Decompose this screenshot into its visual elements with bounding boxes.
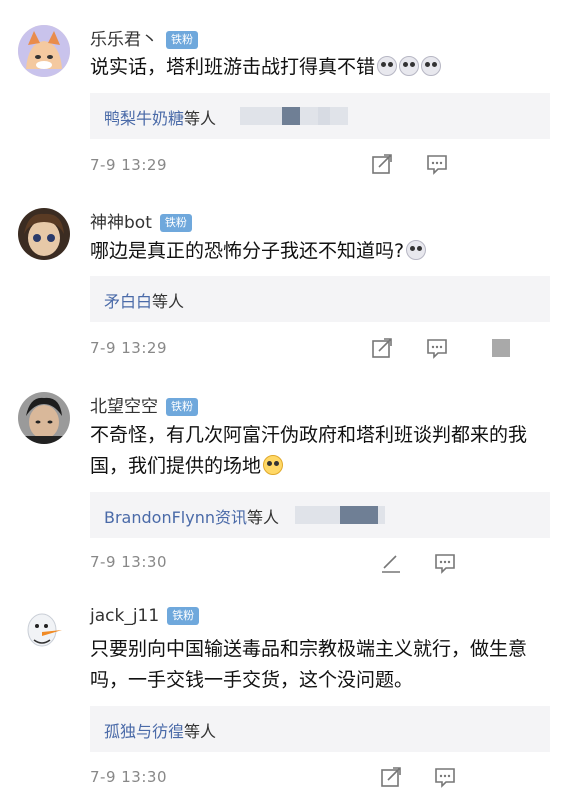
grimace-emoji: [421, 56, 442, 76]
share-icon[interactable]: [380, 552, 402, 574]
comment-time: 7-9 13:29: [90, 339, 167, 357]
avatar[interactable]: [18, 392, 70, 444]
reply-icon[interactable]: [426, 153, 448, 175]
reply-suffix: 等人: [152, 292, 185, 311]
redacted-block: [318, 107, 348, 125]
username-text[interactable]: 北望空空: [90, 397, 158, 417]
redacted-block: [340, 506, 378, 524]
comment-text-content: 哪边是真正的恐怖分子我还不知道吗?: [90, 240, 405, 262]
comment-time: 7-9 13:30: [90, 768, 167, 786]
avatar[interactable]: [18, 606, 70, 658]
comment-text: 只要别向中国输送毒品和宗教极端主义就行，做生意吗，一手交钱一手交货，这个没问题。: [90, 634, 540, 696]
comment-text: 说实话，塔利班游击战打得真不错: [90, 52, 540, 83]
fan-badge: 铁粉: [166, 31, 198, 49]
reply-preview[interactable]: 孤独与彷徨等人: [90, 706, 550, 752]
grimace-emoji: [406, 240, 427, 260]
comment-text: 不奇怪，有几次阿富汗伪政府和塔利班谈判都来的我国，我们提供的场地: [90, 420, 530, 482]
username-text[interactable]: jack_j11: [90, 606, 159, 626]
grin-emoji: [263, 455, 284, 475]
reply-suffix: 等人: [184, 109, 217, 128]
reply-icon[interactable]: [434, 766, 456, 788]
share-icon[interactable]: [380, 766, 402, 788]
comment-text-content: 不奇怪，有几次阿富汗伪政府和塔利班谈判都来的我国，我们提供的场地: [90, 424, 528, 477]
username-text[interactable]: 乐乐君丶: [90, 30, 158, 50]
reply-usernames[interactable]: 鸭梨牛奶糖: [104, 109, 184, 128]
comment-time: 7-9 13:29: [90, 156, 167, 174]
fan-badge: 铁粉: [159, 214, 192, 232]
username[interactable]: 乐乐君丶 铁粉: [90, 25, 198, 50]
fan-badge: 铁粉: [166, 398, 198, 416]
reply-usernames[interactable]: 矛白白: [104, 292, 152, 311]
reply-icon[interactable]: [434, 552, 456, 574]
comment-text-content: 说实话，塔利班游击战打得真不错: [90, 56, 376, 78]
avatar[interactable]: [18, 25, 70, 77]
redacted-block: [282, 107, 300, 125]
grimace-emoji: [399, 56, 420, 76]
redacted-block: [492, 339, 510, 357]
username[interactable]: 北望空空 铁粉: [90, 392, 198, 417]
reply-preview[interactable]: 矛白白等人: [90, 276, 550, 322]
reply-preview[interactable]: BrandonFlynn资讯等人: [90, 492, 550, 538]
username[interactable]: jack_j11 铁粉: [90, 606, 200, 626]
reply-usernames[interactable]: 孤独与彷徨: [104, 722, 184, 741]
share-icon[interactable]: [371, 153, 393, 175]
fan-badge: 铁粉: [167, 607, 200, 625]
avatar[interactable]: [18, 208, 70, 260]
username[interactable]: 神神bot 铁粉: [90, 208, 192, 233]
comment-text: 哪边是真正的恐怖分子我还不知道吗?: [90, 236, 540, 267]
username-text[interactable]: 神神bot: [90, 213, 152, 233]
comment-text-content: 只要别向中国输送毒品和宗教极端主义就行，做生意吗，一手交钱一手交货，这个没问题。: [90, 638, 528, 691]
share-icon[interactable]: [371, 337, 393, 359]
reply-icon[interactable]: [426, 337, 448, 359]
comment-time: 7-9 13:30: [90, 553, 167, 571]
reply-usernames[interactable]: BrandonFlynn资讯: [104, 508, 247, 527]
reply-preview[interactable]: 鸭梨牛奶糖等人: [90, 93, 550, 139]
grimace-emoji: [377, 56, 398, 76]
reply-suffix: 等人: [247, 508, 280, 527]
reply-suffix: 等人: [184, 722, 217, 741]
